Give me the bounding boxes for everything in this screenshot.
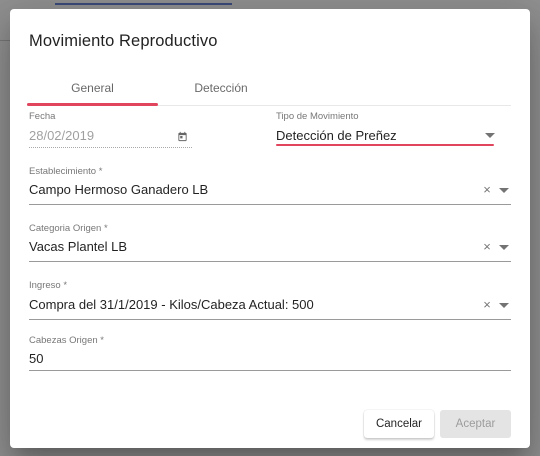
accept-button[interactable]: Aceptar <box>440 410 511 438</box>
cabezas-origen-underline <box>29 370 511 371</box>
clear-icon[interactable]: × <box>481 239 493 254</box>
fecha-field: Fecha 28/02/2019 <box>29 111 192 151</box>
clear-icon[interactable]: × <box>481 182 493 197</box>
tipo-movimiento-underline <box>276 144 494 146</box>
tipo-movimiento-value: Detección de Preñez <box>276 128 397 143</box>
cabezas-origen-label: Cabezas Origen * <box>29 335 104 346</box>
chevron-down-icon[interactable] <box>499 188 509 193</box>
categoria-origen-select[interactable]: Categoria Origen * Vacas Plantel LB × <box>29 223 511 263</box>
tipo-movimiento-label: Tipo de Movimiento <box>276 111 359 122</box>
cabezas-origen-input[interactable]: Cabezas Origen * 50 <box>29 335 511 375</box>
fecha-value: 28/02/2019 <box>29 128 95 143</box>
categoria-origen-underline <box>29 261 511 262</box>
ingreso-underline <box>29 319 511 320</box>
cabezas-origen-value: 50 <box>29 351 44 366</box>
establecimiento-value: Campo Hermoso Ganadero LB <box>29 182 209 197</box>
chevron-down-icon[interactable] <box>485 133 495 138</box>
tab-general[interactable]: General <box>27 71 158 105</box>
ingreso-label: Ingreso * <box>29 280 68 291</box>
cancel-button[interactable]: Cancelar <box>364 410 434 438</box>
ingreso-select[interactable]: Ingreso * Compra del 31/1/2019 - Kilos/C… <box>29 280 511 320</box>
establecimiento-underline <box>29 204 511 205</box>
active-tab-indicator <box>27 103 158 106</box>
ingreso-value: Compra del 31/1/2019 - Kilos/Cabeza Actu… <box>29 297 314 312</box>
background-divider <box>0 40 10 41</box>
background-tab-indicator <box>55 3 232 5</box>
establecimiento-label: Establecimiento * <box>29 166 103 177</box>
categoria-origen-value: Vacas Plantel LB <box>29 239 128 254</box>
clear-icon[interactable]: × <box>481 297 493 312</box>
tipo-movimiento-select[interactable]: Tipo de Movimiento Detección de Preñez <box>276 111 499 151</box>
dialog-title: Movimiento Reproductivo <box>29 32 218 50</box>
establecimiento-select[interactable]: Establecimiento * Campo Hermoso Ganadero… <box>29 166 511 206</box>
tab-deteccion[interactable]: Detección <box>158 71 284 105</box>
fecha-label: Fecha <box>29 111 56 122</box>
movimiento-dialog: Movimiento Reproductivo General Detecció… <box>10 9 530 448</box>
calendar-icon[interactable] <box>176 130 188 142</box>
tab-bar: General Detección <box>27 71 511 106</box>
fecha-underline <box>29 147 192 148</box>
chevron-down-icon[interactable] <box>499 303 509 308</box>
chevron-down-icon[interactable] <box>499 245 509 250</box>
categoria-origen-label: Categoria Origen * <box>29 223 108 234</box>
